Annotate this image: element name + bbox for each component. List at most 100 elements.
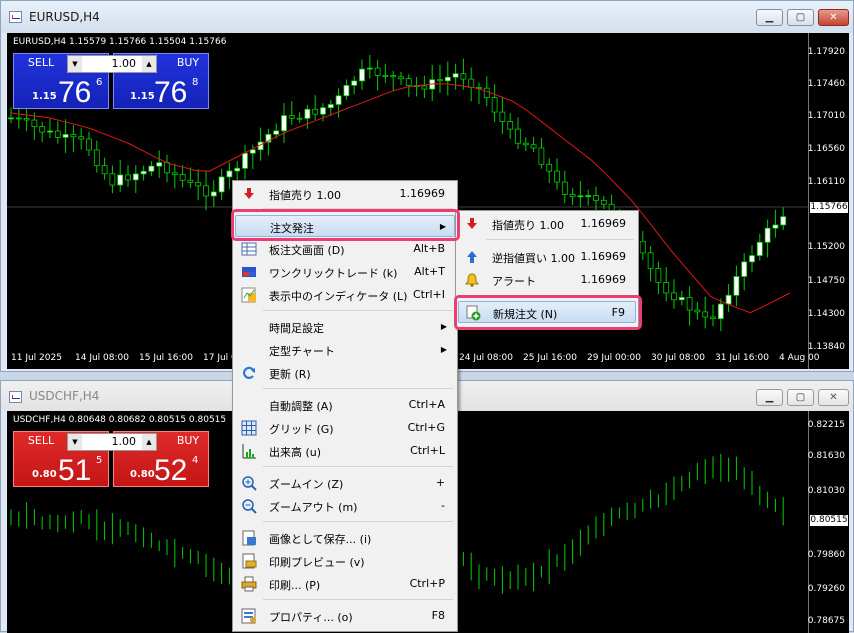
candle: [47, 118, 53, 138]
chevron-down-icon[interactable]: ▼: [68, 56, 82, 72]
candle: [304, 105, 311, 129]
lot-size-stepper[interactable]: ▼ 1.00 ▲: [67, 55, 157, 73]
candle: [421, 75, 428, 99]
candle: [335, 88, 342, 118]
sell-label: SELL: [27, 56, 55, 69]
buy-label: BUY: [176, 56, 200, 69]
candle: [132, 165, 139, 193]
candle: [39, 121, 46, 143]
menu-item-zoom-out[interactable]: ズームアウト (m) -: [235, 495, 455, 517]
menu-item-label: 印刷プレビュー (v): [269, 556, 365, 569]
chart-window-icon: [9, 391, 22, 403]
highlight-frame-place-order: [231, 209, 460, 241]
menu-separator: [263, 466, 453, 467]
candle: [195, 169, 202, 201]
menu-item-refresh[interactable]: 更新 (R): [235, 362, 455, 384]
price-tick: 1.17920: [807, 47, 845, 57]
close-button[interactable]: ✕: [818, 9, 849, 26]
candle: [491, 84, 498, 123]
menu-item-volumes[interactable]: 出来高 (u) Ctrl+L: [235, 440, 455, 462]
candle: [577, 181, 584, 208]
candle: [351, 75, 358, 95]
lot-size-stepper[interactable]: ▼ 1.00 ▲: [67, 433, 157, 451]
price-axis: 0.82215 0.81630 0.81030 0.79860 0.79260 …: [808, 411, 849, 633]
time-tick: 25 Jul 16:00: [523, 353, 577, 363]
candle: [70, 125, 77, 153]
menu-item-label: ワンクリックトレード (k): [269, 267, 398, 280]
submenu-item-sell-limit[interactable]: 指値売り 1.00 1.16969: [458, 213, 636, 235]
candle: [460, 58, 467, 90]
menu-item-depth-of-market[interactable]: 板注文画面 (D) Alt+B: [235, 238, 455, 260]
candle: [140, 165, 147, 181]
sell-price-big: 76: [58, 76, 92, 109]
menu-item-print-preview[interactable]: 印刷プレビュー (v): [235, 550, 455, 572]
price-axis: 1.17920 1.17460 1.17010 1.16560 1.16110 …: [808, 33, 849, 369]
chevron-up-icon[interactable]: ▲: [142, 56, 156, 72]
price-tick: 1.17010: [807, 111, 845, 121]
menu-item-sell-limit[interactable]: 指値売り 1.00 1.16969: [235, 183, 455, 205]
menu-separator: [486, 239, 634, 240]
candle: [476, 82, 482, 104]
maximize-button[interactable]: ▢: [787, 389, 814, 406]
menu-item-timeframes[interactable]: 時間足設定 ▶: [235, 316, 455, 338]
price-tick: 1.15200: [807, 242, 845, 252]
candle: [429, 64, 436, 102]
menu-item-print[interactable]: 印刷... (P) Ctrl+P: [235, 573, 455, 595]
menu-item-save-as-picture[interactable]: 画像として保存... (i): [235, 527, 455, 549]
menu-item-auto-scroll[interactable]: 自動調整 (A) Ctrl+A: [235, 394, 455, 416]
candle: [62, 119, 69, 154]
lot-size-value[interactable]: 1.00: [84, 435, 140, 448]
candle: [312, 95, 319, 120]
window-title: EURUSD,H4: [29, 10, 100, 24]
menu-item-properties[interactable]: プロパティ... (o) F8: [235, 605, 455, 627]
zoom-in-icon: [241, 475, 257, 491]
menu-item-shortcut: 1.16969: [399, 187, 446, 200]
candle: [725, 283, 732, 313]
candle: [561, 170, 568, 204]
menu-item-templates[interactable]: 定型チャート ▶: [235, 339, 455, 361]
buy-price-big: 52: [154, 454, 188, 487]
chevron-down-icon[interactable]: ▼: [68, 434, 82, 450]
save-picture-icon: [241, 530, 257, 546]
price-tick: 1.14750: [807, 276, 845, 286]
menu-separator: [263, 388, 453, 389]
time-tick: 15 Jul 16:00: [139, 353, 193, 363]
close-button[interactable]: ✕: [818, 389, 849, 406]
candle: [733, 265, 740, 307]
sell-label: SELL: [27, 434, 55, 447]
candle: [179, 165, 186, 188]
submenu-item-buy-stop[interactable]: 逆指値買い 1.00 1.16969: [458, 246, 636, 268]
buy-price-prefix: 1.15: [130, 91, 155, 102]
menu-item-zoom-in[interactable]: ズームイン (Z) +: [235, 472, 455, 494]
maximize-button[interactable]: ▢: [787, 9, 814, 26]
window-title: USDCHF,H4: [29, 389, 100, 403]
window-titlebar[interactable]: EURUSD,H4 ▁ ▢ ✕: [1, 1, 853, 33]
menu-item-label: 表示中のインディケータ (L): [269, 290, 408, 303]
menu-item-shortcut: 1.16969: [580, 217, 627, 230]
buy-price-big: 76: [154, 76, 188, 109]
menu-item-label: 更新 (R): [269, 368, 311, 381]
buy-price-point: 8: [192, 77, 199, 88]
candle: [686, 286, 693, 326]
lot-size-value[interactable]: 1.00: [84, 57, 140, 70]
candle: [187, 167, 194, 188]
submenu-item-alert[interactable]: アラート 1.16969: [458, 269, 636, 291]
candle: [413, 77, 420, 97]
print-preview-icon: [241, 553, 257, 569]
sell-price-big: 51: [58, 454, 92, 487]
minimize-button[interactable]: ▁: [756, 389, 783, 406]
submenu-arrow-icon: ▶: [440, 345, 447, 354]
chevron-up-icon[interactable]: ▲: [142, 434, 156, 450]
menu-item-grid[interactable]: グリッド (G) Ctrl+G: [235, 417, 455, 439]
candle: [538, 137, 545, 169]
candle: [655, 261, 662, 295]
menu-item-one-click-trading[interactable]: ワンクリックトレード (k) Alt+T: [235, 261, 455, 283]
candle: [554, 158, 560, 190]
minimize-button[interactable]: ▁: [756, 9, 783, 26]
candle: [749, 245, 755, 273]
menu-item-indicators-list[interactable]: 表示中のインディケータ (L) Ctrl+I: [235, 284, 455, 306]
price-tick: 1.16110: [807, 177, 845, 187]
candle: [694, 301, 701, 320]
sell-arrow-icon: [464, 216, 480, 232]
menu-item-shortcut: Ctrl+A: [408, 398, 445, 411]
